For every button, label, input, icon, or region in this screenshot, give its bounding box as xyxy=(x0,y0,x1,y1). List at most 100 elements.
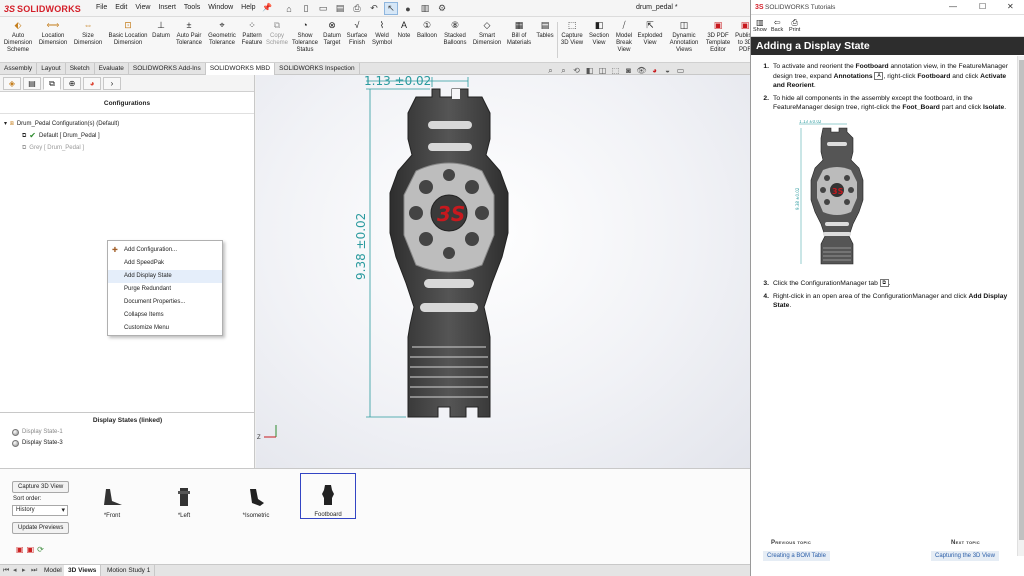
menu-item-add-configuration[interactable]: ✚ Add Configuration... xyxy=(108,244,222,257)
dynamic-annotation-views-button[interactable]: ◫ Dynamic Annotation Views xyxy=(665,20,703,54)
width-dimension-text[interactable]: 1.13 ±0.02 xyxy=(364,75,431,88)
new-document-icon[interactable]: ▯ xyxy=(299,2,313,15)
surface-finish-button[interactable]: √ Surface Finish xyxy=(344,20,370,47)
show-button[interactable]: ▥ Show xyxy=(753,18,767,33)
collapse-arrow-icon[interactable]: ▾ xyxy=(4,118,7,130)
menu-window[interactable]: Window xyxy=(208,4,233,11)
menu-item-document-properties[interactable]: Document Properties... xyxy=(108,296,222,309)
note-button[interactable]: A Note xyxy=(394,20,414,40)
view-thumb-left[interactable]: *Left xyxy=(156,473,212,519)
view-settings-icon[interactable]: ▭ xyxy=(675,65,686,76)
print-icon[interactable]: ⎙ xyxy=(350,2,364,15)
home-icon[interactable]: ⌂ xyxy=(282,2,296,15)
display-state-item[interactable]: Display State-1 xyxy=(12,427,63,438)
property-manager-tab-icon[interactable]: ▤ xyxy=(23,77,41,90)
zoom-area-icon[interactable]: ⌕ xyxy=(558,65,569,76)
smart-dimension-button[interactable]: ◇ Smart Dimension xyxy=(471,20,503,47)
display-manager-tab-icon[interactable]: ◕ xyxy=(83,77,101,90)
dimxpert-manager-tab-icon[interactable]: ⊕ xyxy=(63,77,81,90)
feature-manager-tab-icon[interactable]: ◈ xyxy=(3,77,21,90)
pin-icon[interactable]: 📌 xyxy=(262,3,272,12)
menu-view[interactable]: View xyxy=(135,4,150,11)
height-dimension-text[interactable]: 9.38 ±0.02 xyxy=(354,213,368,280)
options-gear-icon[interactable]: ⚙ xyxy=(435,2,449,15)
menu-file[interactable]: File xyxy=(96,4,107,11)
publish-3d-pdf-button[interactable]: ▣Publish to 3D PDF xyxy=(732,20,750,54)
view-thumb-front[interactable]: *Front xyxy=(84,473,140,519)
copy-scheme-button[interactable]: ⧉ Copy Scheme xyxy=(265,20,289,47)
apply-scene-icon[interactable]: ◒ xyxy=(662,65,673,76)
pattern-feature-button[interactable]: ⁘ Pattern Feature xyxy=(239,20,265,47)
solidworks-logo[interactable]: 3S SOLIDWORKS xyxy=(4,2,81,15)
tab-evaluate[interactable]: Evaluate xyxy=(95,63,129,75)
exploded-view-button[interactable]: ⇱ Exploded View xyxy=(636,20,664,47)
minimize-icon[interactable]: — xyxy=(949,2,957,11)
size-dimension-button[interactable]: ⇔ Size Dimension xyxy=(72,20,104,47)
geometric-tolerance-button[interactable]: ⌖ Geometric Tolerance xyxy=(205,20,239,47)
zoom-to-fit-icon[interactable]: ⌕ xyxy=(545,65,556,76)
display-state-item[interactable]: Display State-3 xyxy=(12,438,63,449)
undo-icon[interactable]: ↶ xyxy=(367,2,381,15)
balloon-button[interactable]: ① Balloon xyxy=(415,20,439,40)
previous-topic-link[interactable]: Creating a BOM Table xyxy=(763,551,830,561)
show-tolerance-status-button[interactable]: ◔ Show Tolerance Status xyxy=(290,20,320,54)
tab-solidworks-mbd[interactable]: SOLIDWORKS MBD xyxy=(205,63,276,75)
basic-location-dimension-button[interactable]: ⊡ Basic Location Dimension xyxy=(106,20,150,47)
tab-solidworks-inspection[interactable]: SOLIDWORKS Inspection xyxy=(275,63,360,75)
update-previews-button[interactable]: Update Previews xyxy=(12,522,70,534)
tab-motion-study-1[interactable]: Motion Study 1 xyxy=(103,565,156,576)
display-style-icon[interactable]: ◙ xyxy=(623,65,634,76)
first-tab-arrow-icon[interactable]: ⏮ xyxy=(3,565,9,576)
dynamic-annotation-icon[interactable]: ◫ xyxy=(597,65,608,76)
datum-button[interactable]: ⊥ Datum xyxy=(150,20,172,40)
menu-insert[interactable]: Insert xyxy=(158,4,176,11)
menu-item-purge-redundant[interactable]: Purge Redundant xyxy=(108,283,222,296)
traffic-light-icon[interactable]: ● xyxy=(401,2,415,15)
graphics-area[interactable]: ⌕ 3S xyxy=(256,75,750,468)
model-break-view-button[interactable]: ⧸ Model Break View xyxy=(612,20,636,54)
menu-item-customize-menu[interactable]: Customize Menu xyxy=(108,322,222,335)
pdf-template-icon[interactable]: ▣ xyxy=(27,545,35,554)
location-dimension-button[interactable]: ⟺ Location Dimension xyxy=(37,20,69,47)
print-button[interactable]: ⎙ Print xyxy=(789,18,800,33)
expand-arrow-icon[interactable]: › xyxy=(103,77,121,90)
bill-of-materials-button[interactable]: ▦ Bill of Materials xyxy=(504,20,534,47)
publish-pdf-icon[interactable]: ▣ xyxy=(16,545,24,554)
weld-symbol-button[interactable]: ⌇ Weld Symbol xyxy=(370,20,394,47)
tree-item-default[interactable]: ⧉ ✔ Default [ Drum_Pedal ] xyxy=(4,130,254,142)
tables-button[interactable]: ▤ Tables xyxy=(534,20,556,40)
hide-show-items-icon[interactable]: 👁 xyxy=(636,65,647,76)
auto-pair-tolerance-button[interactable]: ± Auto Pair Tolerance xyxy=(174,20,204,47)
datum-target-button[interactable]: ⊗ Datum Target xyxy=(320,20,344,47)
menu-item-add-speedpak[interactable]: Add SpeedPak xyxy=(108,257,222,270)
maximize-icon[interactable]: ☐ xyxy=(979,2,986,11)
menu-item-collapse-items[interactable]: Collapse Items xyxy=(108,309,222,322)
select-icon[interactable]: ↖ xyxy=(384,2,398,15)
capture-3d-view-button[interactable]: Capture 3D View xyxy=(12,481,70,493)
next-tab-arrow-icon[interactable]: ▸ xyxy=(22,565,26,576)
close-icon[interactable]: ✕ xyxy=(1007,2,1014,11)
menu-help[interactable]: Help xyxy=(241,4,255,11)
auto-dimension-scheme-button[interactable]: ⬖ Auto Dimension Scheme xyxy=(3,20,33,54)
menu-item-add-display-state[interactable]: Add Display State xyxy=(108,270,222,283)
footboard-model[interactable]: ⌕ 3S xyxy=(256,75,750,468)
refresh-icon[interactable]: ⟳ xyxy=(37,545,44,554)
save-icon[interactable]: ▤ xyxy=(333,2,347,15)
file-properties-icon[interactable]: ▥ xyxy=(418,2,432,15)
previous-view-icon[interactable]: ⟲ xyxy=(571,65,582,76)
tab-assembly[interactable]: Assembly xyxy=(0,63,38,75)
open-icon[interactable]: ▭ xyxy=(316,2,330,15)
tab-layout[interactable]: Layout xyxy=(37,63,66,75)
section-view-button[interactable]: ◧ Section View xyxy=(586,20,612,47)
view-thumb-footboard[interactable]: Footboard xyxy=(300,473,356,519)
capture-3d-view-button[interactable]: ⬚ Capture 3D View xyxy=(558,20,586,47)
tab-3d-views[interactable]: 3D Views xyxy=(64,565,102,576)
edit-appearance-icon[interactable]: ◕ xyxy=(649,65,660,76)
stacked-balloons-button[interactable]: ⑧ Stacked Balloons xyxy=(440,20,470,47)
view-orientation-icon[interactable]: ⬚ xyxy=(610,65,621,76)
pdf-template-editor-button[interactable]: ▣ 3D PDF Template Editor xyxy=(704,20,732,54)
next-topic-link[interactable]: Capturing the 3D View xyxy=(931,551,999,561)
tree-root[interactable]: ▾ ⧈ Drum_Pedal Configuration(s) (Default… xyxy=(4,118,254,130)
tab-sketch[interactable]: Sketch xyxy=(66,63,95,75)
configuration-manager-tab-icon[interactable]: ⧉ xyxy=(43,77,61,90)
